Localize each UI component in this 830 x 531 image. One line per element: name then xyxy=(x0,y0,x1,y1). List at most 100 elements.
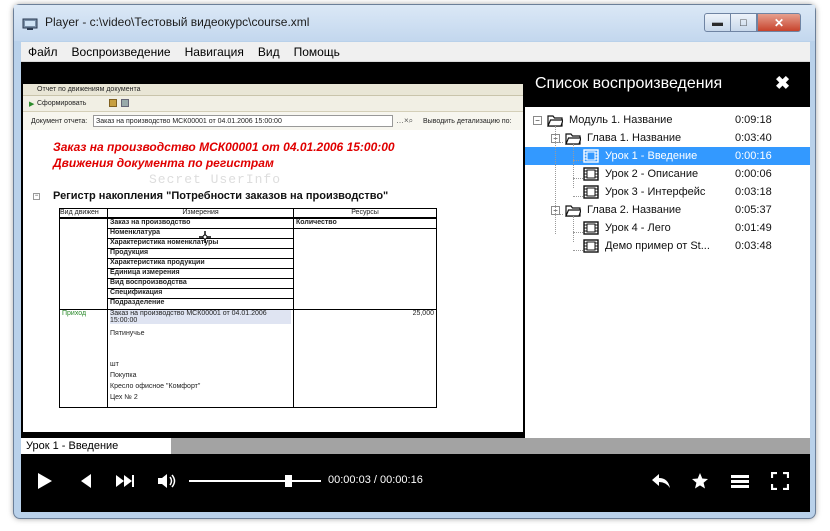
row-kind2: Покупка xyxy=(110,371,137,379)
dim-item: Характеристика продукции xyxy=(108,259,293,269)
playlist-item-label: Демо пример от St... xyxy=(605,240,710,252)
folder-icon xyxy=(565,133,581,145)
back-button[interactable] xyxy=(649,470,673,492)
close-icon: ✕ xyxy=(773,15,785,30)
play-small-icon: ▶ xyxy=(29,101,35,108)
playlist-lesson[interactable]: Урок 2 - Описание 0:00:06 xyxy=(525,165,810,183)
tree-connector xyxy=(573,178,583,179)
previous-button[interactable] xyxy=(76,470,96,492)
playlist-lesson[interactable]: Демо пример от St... 0:03:48 xyxy=(525,237,810,255)
register-table: Вид движен Измерения Ресурсы Заказ на пр… xyxy=(59,208,437,408)
favorite-button[interactable] xyxy=(689,470,711,492)
playlist-lesson[interactable]: Урок 3 - Интерфейс 0:03:18 xyxy=(525,183,810,201)
row-product: Кресло офисное "Комфорт" xyxy=(110,382,201,390)
dim-item: Продукция xyxy=(108,249,293,259)
play-button[interactable] xyxy=(35,470,55,492)
generate-button: Сформировать xyxy=(37,100,87,107)
report-subheading: Движения документа по регистрам xyxy=(53,156,274,170)
status-bar: Урок 1 - Введение xyxy=(21,438,810,454)
minimize-icon: ▬ xyxy=(712,16,723,29)
tree-connector xyxy=(573,160,583,161)
film-icon xyxy=(583,167,599,181)
next-button[interactable] xyxy=(113,470,137,492)
maximize-icon: □ xyxy=(740,16,747,29)
seek-fill xyxy=(189,480,288,482)
favorite-icon xyxy=(692,473,708,489)
report-heading: Заказ на производство МСК00001 от 04.01.… xyxy=(53,140,395,154)
maximize-button[interactable]: □ xyxy=(731,13,757,32)
field-controls-icon: …×⌕ xyxy=(396,116,414,125)
row-unit: шт xyxy=(110,360,119,368)
playlist-item-duration: 0:03:18 xyxy=(735,186,772,198)
col-kind: Вид движен xyxy=(59,208,108,219)
current-lesson-label: Урок 1 - Введение xyxy=(21,438,171,454)
row-qty: 25,000 xyxy=(293,308,437,408)
video-frame: Отчет по движениям документа ▶ Сформиров… xyxy=(23,84,523,432)
previous-icon xyxy=(81,474,91,488)
playlist-folder[interactable]: − Глава 1. Название 0:03:40 xyxy=(525,129,810,147)
menu-view[interactable]: Вид xyxy=(251,42,287,61)
film-icon xyxy=(583,239,599,253)
film-icon xyxy=(583,185,599,199)
playlist-item-label: Глава 1. Название xyxy=(587,132,682,144)
dim-item: Спецификация xyxy=(108,289,293,299)
playlist-item-label: Урок 3 - Интерфейс xyxy=(605,186,706,198)
playlist-icon xyxy=(731,475,749,488)
window-title: Player - c:\video\Тестовый видеокурс\cou… xyxy=(45,15,310,29)
folder-icon xyxy=(547,115,563,127)
folder-icon xyxy=(565,205,581,217)
res-qty-header: Количество xyxy=(294,219,436,229)
col-res: Ресурсы xyxy=(293,208,437,219)
watermark: Secret UserInfo xyxy=(149,172,282,187)
playlist-folder[interactable]: − Глава 2. Название 0:05:37 xyxy=(525,201,810,219)
playlist-item-label: Урок 2 - Описание xyxy=(605,168,699,180)
collapse-icon[interactable]: − xyxy=(533,116,542,125)
register-title: Регистр накопления "Потребности заказов … xyxy=(53,190,389,202)
playlist-lesson[interactable]: Урок 1 - Введение 0:00:16 xyxy=(525,147,810,165)
playlist-header: Список воспроизведения ✖ xyxy=(525,62,810,107)
cursor-icon xyxy=(199,231,211,243)
menu-playback[interactable]: Воспроизведение xyxy=(65,42,178,61)
tree-connector xyxy=(573,144,574,188)
next-icon xyxy=(116,475,134,487)
detail-label: Выводить детализацию по: xyxy=(423,118,512,125)
playlist-item-label: Урок 1 - Введение xyxy=(605,150,698,162)
row-kind: Приход xyxy=(59,308,108,408)
play-icon xyxy=(38,473,52,489)
tree-connector xyxy=(573,216,574,242)
dim-item: Заказ на производство xyxy=(108,219,293,229)
playlist-item-duration: 0:01:49 xyxy=(735,222,772,234)
playlist-item-duration: 0:09:18 xyxy=(735,114,772,126)
dim-item: Подразделение xyxy=(110,298,165,306)
row-item: Пятинучье xyxy=(110,329,145,337)
playlist-folder[interactable]: − Модуль 1. Название 0:09:18 xyxy=(525,111,810,129)
film-icon xyxy=(583,149,599,163)
tree-connector xyxy=(555,142,563,143)
volume-icon xyxy=(158,474,176,488)
menu-bar: Файл Воспроизведение Навигация Вид Помощ… xyxy=(21,42,810,62)
playlist-title: Список воспроизведения xyxy=(535,75,723,92)
fullscreen-button[interactable] xyxy=(769,470,791,492)
menu-help[interactable]: Помощь xyxy=(287,42,347,61)
playlist-lesson[interactable]: Урок 4 - Лего 0:01:49 xyxy=(525,219,810,237)
menu-navigation[interactable]: Навигация xyxy=(178,42,251,61)
player-content: Отчет по движениям документа ▶ Сформиров… xyxy=(21,62,810,512)
seek-slider[interactable] xyxy=(189,475,321,487)
app-icon xyxy=(22,18,38,30)
tree-connector xyxy=(573,232,583,233)
playlist-close-icon[interactable]: ✖ xyxy=(775,73,790,94)
playlist-item-duration: 0:05:37 xyxy=(735,204,772,216)
controls-bar: 00:00:03 / 00:00:16 xyxy=(21,454,810,512)
row-order: Заказ на производство МСК00001 от 04.01.… xyxy=(110,309,291,324)
close-button[interactable]: ✕ xyxy=(757,13,801,32)
minimize-button[interactable]: ▬ xyxy=(704,13,731,32)
tree-connector xyxy=(573,196,583,197)
playlist-button[interactable] xyxy=(729,470,751,492)
video-area[interactable]: Отчет по движениям документа ▶ Сформиров… xyxy=(21,62,523,438)
menu-file[interactable]: Файл xyxy=(21,42,65,61)
title-bar[interactable]: Player - c:\video\Тестовый видеокурс\cou… xyxy=(14,5,815,41)
volume-button[interactable] xyxy=(155,470,179,492)
player-window: Player - c:\video\Тестовый видеокурс\cou… xyxy=(13,4,816,519)
seek-handle[interactable] xyxy=(285,475,292,487)
doc-tool-icon-2 xyxy=(121,99,129,107)
